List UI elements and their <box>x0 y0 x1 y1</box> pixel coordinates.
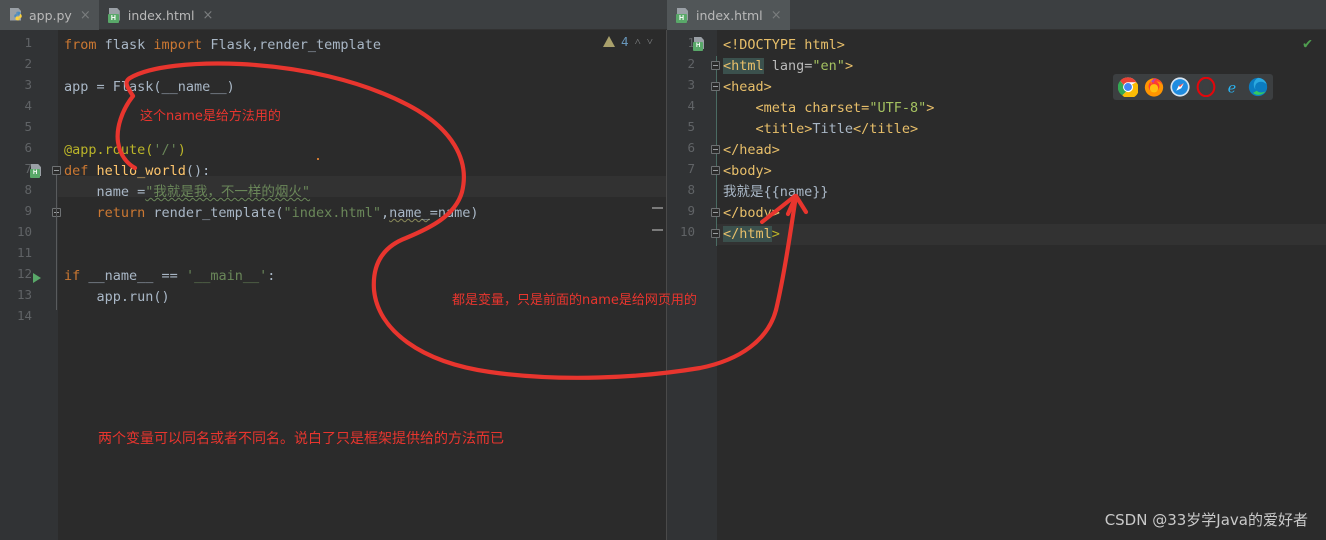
code-line-10: </html> <box>723 226 780 242</box>
indent-guide <box>56 175 57 310</box>
safari-icon[interactable] <box>1170 77 1190 97</box>
browser-launcher-bar: e <box>1113 74 1273 100</box>
opera-icon[interactable] <box>1196 76 1216 98</box>
right-gutter[interactable]: 1 2 3 4 5 6 7 8 9 10 H <box>667 30 717 540</box>
close-icon[interactable]: × <box>80 9 91 22</box>
code-line-8: 我就是{{name}} <box>723 184 829 200</box>
code-line-8: name ="我就是我，不一样的烟火" <box>64 184 311 200</box>
code-line-3: app = Flask(__name__) <box>64 79 235 95</box>
code-line-9: return render_template("index.html",name… <box>64 205 479 221</box>
code-line-1: from flask import Flask,render_template <box>64 37 382 53</box>
run-configuration-icon[interactable] <box>31 269 47 285</box>
html-file-icon: H <box>30 164 44 178</box>
scrollbar-mark <box>652 207 663 209</box>
code-line-7: <body> <box>723 163 772 179</box>
warning-count: 4 <box>621 34 629 49</box>
code-line-12: if __name__ == '__main__': <box>64 268 276 284</box>
left-gutter[interactable]: 1 2 3 4 5 6 7 8 9 10 11 12 13 14 H <box>0 30 58 540</box>
csdn-watermark: CSDN @33岁学Java的爱好者 <box>1104 511 1308 529</box>
tab-label: index.html <box>127 7 195 23</box>
chrome-icon[interactable] <box>1117 77 1139 99</box>
left-editor-body[interactable]: 1 2 3 4 5 6 7 8 9 10 11 12 13 14 H from … <box>0 30 667 540</box>
right-inspection-widget[interactable]: ✔ <box>1303 34 1312 52</box>
html-file-icon: H <box>676 7 691 23</box>
code-line-1: <!DOCTYPE html> <box>723 37 845 53</box>
edge-icon[interactable] <box>1248 77 1268 97</box>
ide-window: app.py × H index.html × 1 2 3 4 5 6 7 8 … <box>0 0 1326 540</box>
tab-label: app.py <box>29 7 72 23</box>
left-editor-pane: app.py × H index.html × 1 2 3 4 5 6 7 8 … <box>0 0 667 540</box>
tab-app-py[interactable]: app.py × <box>0 0 99 30</box>
code-line-13: app.run() <box>64 289 170 305</box>
code-line-5: <title>Title</title> <box>723 121 919 137</box>
svg-text:e: e <box>1228 80 1236 96</box>
close-icon[interactable]: × <box>203 9 214 22</box>
previous-problem-icon[interactable]: ˄ <box>635 35 641 48</box>
code-line-3: <head> <box>723 79 772 95</box>
tab-label: index.html <box>696 7 763 23</box>
right-tab-bar: H index.html × <box>667 0 1326 30</box>
firefox-icon[interactable] <box>1144 77 1164 97</box>
left-inspection-widget[interactable]: 4 ˄ ˅ <box>603 34 653 49</box>
tab-index-html-right[interactable]: H index.html × <box>667 0 790 30</box>
caret-marker <box>317 158 319 160</box>
code-line-6: </head> <box>723 142 780 158</box>
html-file-icon: H <box>693 37 707 51</box>
code-line-6: @app.route('/') <box>64 142 186 158</box>
html-file-gutter-icon[interactable]: H <box>693 36 709 52</box>
warning-triangle-icon <box>603 36 616 47</box>
next-problem-icon[interactable]: ˅ <box>647 35 653 48</box>
right-editor-body[interactable]: 1 2 3 4 5 6 7 8 9 10 H <!DOCTYPE html> <… <box>667 30 1326 540</box>
tab-index-html[interactable]: H index.html × <box>99 0 222 30</box>
code-line-7: def hello_world(): <box>64 163 211 179</box>
html-file-gutter-icon[interactable]: H <box>30 163 46 179</box>
code-line-9: </body> <box>723 205 780 221</box>
green-check-icon: ✔ <box>1302 34 1312 52</box>
html-file-icon: H <box>107 7 123 23</box>
ie-icon[interactable]: e <box>1222 77 1242 97</box>
left-code-area[interactable]: from flask import Flask,render_template … <box>58 30 667 540</box>
code-line-4: <meta charset="UTF-8"> <box>723 100 935 116</box>
scrollbar-mark <box>652 229 663 231</box>
code-line-2: <html lang="en"> <box>723 58 854 74</box>
right-code-area[interactable]: <!DOCTYPE html> <html lang="en"> <head> … <box>717 30 1326 540</box>
python-file-icon <box>9 7 24 23</box>
left-tab-bar: app.py × H index.html × <box>0 0 667 30</box>
close-icon[interactable]: × <box>771 9 782 22</box>
